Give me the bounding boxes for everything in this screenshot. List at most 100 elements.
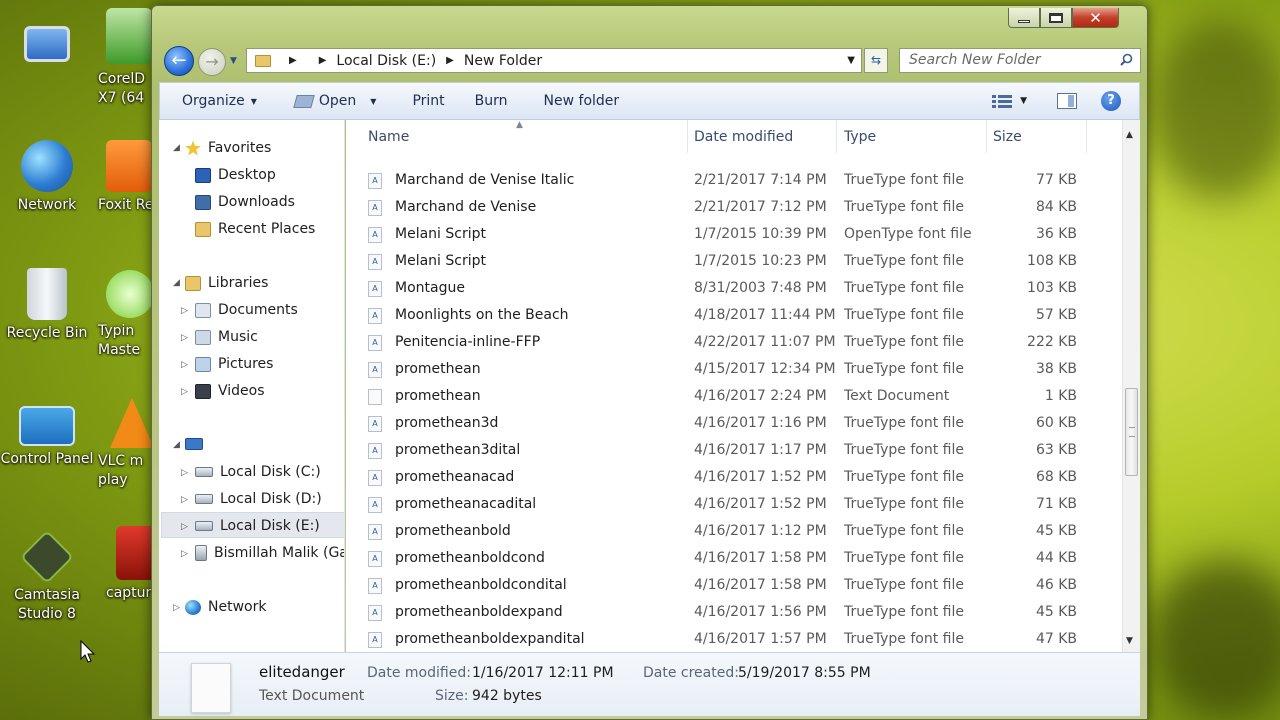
column-header-name[interactable]: Name (368, 129, 409, 145)
table-row[interactable]: Aprometheanboldcondital 4/16/2017 1:58 PM… (346, 572, 1116, 599)
table-row[interactable]: Apromethean 4/15/2017 12:34 PM TrueType fo… (346, 356, 1116, 383)
tree-local-disk-d[interactable]: Local Disk (D:) (195, 488, 322, 510)
breadcrumb-chevron-icon[interactable]: ▶ (289, 55, 297, 66)
open-menu[interactable]: Open ▼ (293, 93, 376, 109)
table-row[interactable]: Apromethean3d 4/16/2017 1:16 PM TrueType f… (346, 410, 1116, 437)
tree-videos[interactable]: Videos (195, 380, 265, 402)
expand-arrow-icon[interactable]: ▷ (181, 495, 191, 505)
font-file-icon: A (368, 227, 382, 243)
new-folder-button[interactable]: New folder (544, 93, 620, 109)
forward-button[interactable]: → (198, 48, 226, 76)
desktop-icon-recycle-bin[interactable]: Recycle Bin (0, 268, 97, 343)
breadcrumb-chevron-icon[interactable]: ▶ (446, 55, 454, 66)
tree-downloads[interactable]: Downloads (195, 191, 295, 213)
file-type: TrueType font file (844, 442, 964, 458)
table-row[interactable]: Aprometheanboldexpandital 4/16/2017 1:57 … (346, 626, 1116, 652)
file-date-modified: 4/22/2017 11:07 PM (694, 334, 836, 350)
tree-favorites[interactable]: Favorites (185, 137, 271, 159)
desktop-icon-foxit[interactable]: Foxit Re (98, 140, 158, 215)
table-row[interactable]: A Melani Script 1/7/2015 10:39 PM OpenType … (346, 221, 1116, 248)
expand-arrow-icon[interactable]: ▷ (181, 468, 191, 478)
organize-menu[interactable]: Organize ▼ (182, 93, 257, 109)
desktop-icon-network[interactable]: Network (0, 140, 97, 215)
breadcrumb-local-disk-e[interactable]: Local Disk (E:) (336, 53, 436, 69)
change-view-icon[interactable] (992, 94, 1013, 108)
print-button[interactable]: Print (412, 93, 444, 109)
expand-arrow-icon[interactable]: ▷ (181, 549, 191, 559)
desktop-icon-label: Typin Maste (98, 323, 141, 358)
desktop-icon-coreldraw[interactable]: CorelD X7 (64 (98, 8, 158, 108)
chevron-down-icon: ▼ (250, 96, 257, 106)
file-date-modified: 4/16/2017 1:16 PM (694, 415, 827, 431)
scrollbar-thumb[interactable] (1125, 388, 1138, 476)
tree-network[interactable]: Network (185, 596, 266, 618)
scroll-down-icon[interactable]: ▼ (1126, 636, 1133, 646)
table-row[interactable]: Aprometheanboldexpand 4/16/2017 1:56 PM Tr… (346, 599, 1116, 626)
table-row[interactable]: A Penitencia-inline-FFP 4/22/2017 11:07 PM… (346, 329, 1116, 356)
table-row[interactable]: Aprometheanacad 4/16/2017 1:52 PM TrueType… (346, 464, 1116, 491)
column-header-date[interactable]: Date modified (694, 129, 793, 145)
column-header-type[interactable]: Type (844, 129, 876, 145)
breadcrumb-chevron-icon[interactable]: ▶ (319, 55, 327, 66)
font-file-icon: A (368, 497, 382, 513)
table-row[interactable]: A Moonlights on the Beach 4/18/2017 11:44 … (346, 302, 1116, 329)
burn-button[interactable]: Burn (475, 93, 508, 109)
close-button[interactable]: ✕ (1072, 8, 1119, 28)
file-date-modified: 4/16/2017 1:58 PM (694, 577, 827, 593)
desktop-icon-computer[interactable] (0, 18, 97, 66)
recent-pages-dropdown[interactable]: ▼ (230, 56, 237, 66)
tree-local-disk-e[interactable]: Local Disk (E:) (195, 515, 320, 537)
table-row[interactable]: Aprometheanboldcond 4/16/2017 1:58 PM True… (346, 545, 1116, 572)
table-row[interactable]: Aprometheanacadital 4/16/2017 1:52 PM True… (346, 491, 1116, 518)
expand-arrow-icon[interactable]: ▷ (181, 306, 191, 316)
table-row[interactable]: Aprometheanbold 4/16/2017 1:12 PM TrueType… (346, 518, 1116, 545)
refresh-button[interactable]: ⇆ (864, 48, 888, 73)
back-button[interactable]: ← (164, 46, 194, 76)
breadcrumb-new-folder[interactable]: New Folder (464, 53, 542, 69)
preview-pane-button[interactable] (1057, 93, 1077, 109)
vertical-scrollbar[interactable]: ▲ ▼ (1122, 120, 1140, 652)
file-name: prometheanacadital (395, 496, 537, 512)
camtasia-icon (20, 530, 74, 584)
table-row[interactable]: A Melani Script 1/7/2015 10:23 PM TrueType … (346, 248, 1116, 275)
tree-documents[interactable]: Documents (195, 299, 298, 321)
desktop-icon-vlc[interactable]: VLC m play (98, 398, 158, 490)
address-history-dropdown[interactable]: ▼ (847, 55, 855, 66)
expand-arrow-icon[interactable]: ▷ (173, 603, 183, 613)
maximize-button[interactable] (1040, 8, 1072, 28)
table-row[interactable]: A Montague 8/31/2003 7:48 PM TrueType font … (346, 275, 1116, 302)
tree-libraries[interactable]: Libraries (185, 272, 268, 294)
tree-bismillah-drive[interactable]: Bismillah Malik (Ga (195, 542, 344, 564)
more-options-dropdown[interactable]: ▼ (1020, 96, 1027, 106)
expand-arrow-icon[interactable]: ▷ (181, 360, 191, 370)
scroll-up-icon[interactable]: ▲ (1126, 130, 1133, 140)
tree-music[interactable]: Music (195, 326, 258, 348)
tree-computer[interactable] (185, 433, 210, 455)
table-row-partial[interactable] (346, 147, 1116, 157)
table-row[interactable]: promethean 4/16/2017 2:24 PM Text Document… (346, 383, 1116, 410)
minimize-button[interactable] (1008, 8, 1040, 28)
help-button[interactable]: ? (1101, 91, 1121, 111)
expand-arrow-icon[interactable]: ▷ (181, 387, 191, 397)
collapse-arrow-icon[interactable]: ◢ (173, 440, 183, 450)
table-row[interactable]: A Marchand de Venise 2/21/2017 7:12 PM True… (346, 194, 1116, 221)
expand-arrow-icon[interactable]: ▷ (181, 522, 191, 532)
file-name: Montague (395, 280, 465, 296)
tree-recent-places[interactable]: Recent Places (195, 218, 315, 240)
desktop-icon-camtasia[interactable]: Camtasia Studio 8 (0, 530, 97, 624)
expand-arrow-icon[interactable]: ▷ (181, 333, 191, 343)
desktop-icon-control-panel[interactable]: Control Panel (0, 406, 97, 469)
file-type: Text Document (844, 388, 950, 404)
address-bar[interactable]: ▶ ▶ Local Disk (E:) ▶ New Folder ▼ (246, 48, 862, 73)
collapse-arrow-icon[interactable]: ◢ (173, 278, 183, 288)
collapse-arrow-icon[interactable]: ◢ (173, 143, 183, 153)
tree-pictures[interactable]: Pictures (195, 353, 273, 375)
tree-local-disk-c[interactable]: Local Disk (C:) (195, 461, 321, 483)
column-header-size[interactable]: Size (993, 129, 1022, 145)
desktop-icon-typing-master[interactable]: Typin Maste (98, 270, 158, 360)
search-input[interactable]: Search New Folder (899, 48, 1141, 73)
search-icon[interactable] (1120, 53, 1133, 66)
tree-desktop[interactable]: Desktop (195, 164, 276, 186)
table-row[interactable]: Apromethean3dital 4/16/2017 1:17 PM TrueTy… (346, 437, 1116, 464)
table-row[interactable]: A Marchand de Venise Italic 2/21/2017 7:14… (346, 167, 1116, 194)
